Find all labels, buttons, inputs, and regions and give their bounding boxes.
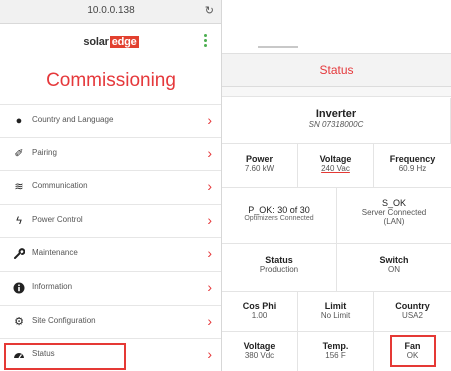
switch-value: ON [388,265,400,274]
status-top-bar [222,46,451,54]
optimizers-count: P_OK: 30 of 30 [248,205,310,215]
switch-label: Switch [379,255,409,265]
switch-card: Switch ON [337,244,451,292]
inverter-serial: SN 07318000C [308,120,364,129]
temperature-card: Temp. 156 F [298,332,374,371]
pairing-icon: ✐ [14,147,24,160]
menu-item-label: Country and Language [32,115,114,124]
menu-item-power-control[interactable]: ϟ Power Control › [0,205,221,239]
temperature-value: 156 F [325,351,346,360]
production-status-card: Status Production [222,244,337,292]
menu-item-information[interactable]: Information › [0,272,221,306]
power-value: 7.60 kW [244,164,275,173]
cos-phi-value: 1.00 [251,311,268,320]
ac-voltage-label: Voltage [319,154,352,164]
country-label: Country [395,301,430,311]
screenshot-stage: 10.0.0.138 ↻ solar edge Commissioning ● C… [0,0,451,371]
gears-icon: ⚙ [14,315,24,328]
server-status: Server Connected [361,208,427,217]
server-ok: S_OK [381,198,406,208]
menu-item-label: Site Configuration [32,315,96,325]
limit-label: Limit [324,301,347,311]
menu-item-country-language[interactable]: ● Country and Language › [0,104,221,138]
status-divider [222,87,451,97]
frequency-value: 60.9 Hz [398,164,427,173]
more-options-icon[interactable] [204,34,207,49]
power-card: Power 7.60 kW [222,144,298,188]
dc-voltage-value: 380 Vdc [244,351,275,360]
server-card: S_OK Server Connected (LAN) [337,188,451,244]
chevron-right-icon: › [207,312,212,329]
menu-item-label: Information [32,281,73,291]
chevron-right-icon: › [207,178,212,195]
browser-address-bar[interactable]: 10.0.0.138 ↻ [0,0,221,24]
url-text[interactable]: 10.0.0.138 [0,5,221,16]
status-panel: Status Inverter SN 07318000C Power 7.60 … [222,46,451,371]
globe-icon: ● [15,115,23,127]
ac-voltage-card: Voltage 240 Vac [298,144,374,188]
menu-item-communication[interactable]: ≋ Communication › [0,171,221,205]
cos-phi-card: Cos Phi 1.00 [222,292,298,332]
wifi-icon: ≋ [14,181,24,194]
server-connection-type: (LAN) [383,217,405,226]
production-status-value: Production [259,265,299,274]
ac-voltage-value: 240 Vac [321,164,350,173]
menu-item-pairing[interactable]: ✐ Pairing › [0,138,221,172]
limit-card: Limit No Limit [298,292,374,332]
menu-item-label: Status [32,349,55,359]
fan-highlight-box [390,335,436,367]
commissioning-screen: 10.0.0.138 ↻ solar edge Commissioning ● C… [0,0,222,371]
chevron-right-icon: › [207,346,212,363]
lightning-icon: ϟ [16,214,22,227]
menu-item-maintenance[interactable]: Maintenance › [0,238,221,272]
dc-voltage-label: Voltage [243,341,276,351]
temperature-label: Temp. [322,341,349,351]
cos-phi-label: Cos Phi [242,301,277,311]
menu-item-label: Pairing [32,147,57,157]
logo-text-edge: edge [109,36,139,48]
chevron-right-icon: › [207,245,212,262]
optimizers-card: P_OK: 30 of 30 Optimizers Connected [222,188,337,244]
optimizers-status: Optimizers Connected [244,215,314,222]
status-header: Status [222,54,451,87]
chevron-right-icon: › [207,144,212,161]
chevron-right-icon: › [207,211,212,228]
wrench-icon [13,248,26,260]
chevron-right-icon: › [207,112,212,128]
chevron-right-icon: › [207,278,212,295]
inverter-title: Inverter [315,108,357,120]
inverter-card: Inverter SN 07318000C [222,98,451,144]
fan-card: Fan OK [374,332,451,371]
menu-item-label: Maintenance [32,248,78,258]
reload-icon[interactable]: ↻ [205,4,214,17]
production-status-label: Status [265,255,293,265]
logo-text-solar: solar [83,36,109,48]
country-value: USA2 [402,311,423,320]
menu-item-label: Power Control [32,214,83,224]
commissioning-menu: ● Country and Language › ✐ Pairing › ≋ C… [0,104,221,371]
power-label: Power [245,154,273,164]
frequency-label: Frequency [389,154,436,164]
menu-item-label: Communication [32,181,88,191]
menu-item-site-configuration[interactable]: ⚙ Site Configuration › [0,306,221,340]
solaredge-logo: solar edge [0,36,221,48]
limit-value: No Limit [320,311,351,320]
dc-voltage-card: Voltage 380 Vdc [222,332,298,371]
page-title: Commissioning [46,70,176,91]
country-card: Country USA2 [374,292,451,332]
frequency-card: Frequency 60.9 Hz [374,144,451,188]
info-icon [13,282,25,294]
menu-item-status[interactable]: Status › [0,339,221,371]
status-tab-indicator [258,46,298,48]
dashboard-icon [13,349,25,361]
